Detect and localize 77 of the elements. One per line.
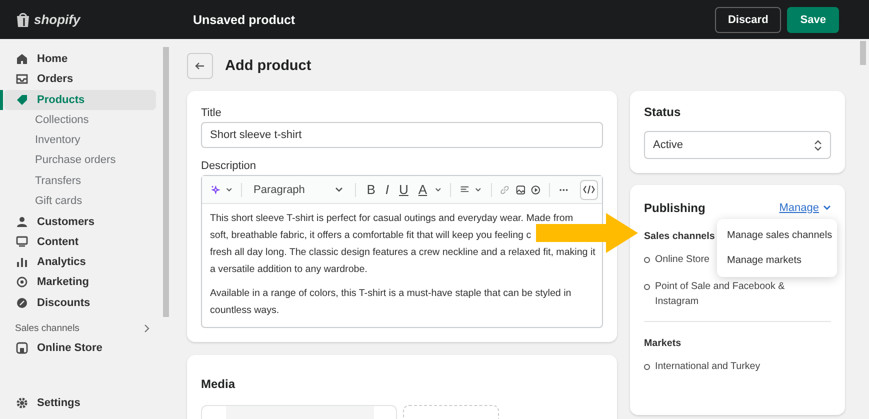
bullet-icon [644,284,650,290]
sparkle-icon[interactable] [211,184,220,195]
menu-item[interactable]: Manage markets [717,248,837,273]
description-text: countless ways. [210,304,280,318]
section-heading: Sales channels [15,322,80,334]
chevron-down-icon[interactable] [823,205,831,211]
nav-item[interactable]: Analytics [4,252,156,272]
channel-name: Point of Sale and Facebook & Instagram [655,280,786,309]
card-title: Status [644,105,682,119]
bullet-icon [644,364,650,370]
discard-button[interactable]: Discard [714,6,782,32]
target-icon [16,276,28,288]
back-button[interactable] [187,53,213,79]
home-icon [16,53,28,66]
nav-item[interactable]: Online Store [4,338,156,358]
shopping-bag-icon [16,12,30,28]
manage-link[interactable]: Manage [779,202,819,214]
format-button[interactable]: I [383,182,391,197]
market-name: International and Turkey [655,360,760,374]
format-button[interactable]: U [397,182,410,197]
title-field[interactable]: Short sleeve t-shirt [201,122,603,148]
page-title: Add product [225,58,312,74]
logo-text: shopify [34,12,80,27]
inbox-icon [16,73,28,86]
nav-item[interactable]: Customers [4,211,156,232]
description-text: a versatile addition to any wardrobe. [210,263,368,277]
description-text: soft, breathable fabric, it offers a comfortable fit that will keep you feeling c [210,229,532,243]
nav-item[interactable]: Home [4,49,156,70]
play-icon[interactable] [531,184,540,196]
tag-icon [16,94,28,106]
nav-item[interactable]: Marketing [4,272,156,293]
nav-subitem[interactable]: Collections [4,110,156,130]
format-button[interactable]: A [416,182,430,197]
section-heading: Sales channels [644,231,715,242]
chevron-down-icon[interactable] [226,186,232,192]
align-icon[interactable] [460,184,470,194]
card-title: Publishing [644,201,706,215]
nav-item[interactable]: Orders [4,69,156,90]
nav-item[interactable]: Discounts [4,292,156,313]
up-down-chevron-icon [814,140,822,150]
card-title: Media [201,377,236,391]
description-text: Available in a range of colors, this T-shirt is a must-have staple that can be styled in [210,287,572,301]
menu-item[interactable]: Manage sales channels [717,223,837,248]
settings-icon [16,396,28,409]
paragraph-dropdown[interactable]: Paragraph [250,184,346,196]
format-button[interactable]: B [364,182,378,197]
image-icon[interactable] [516,184,526,196]
more-icon[interactable] [559,188,568,192]
page-status-title: Unsaved product [193,12,296,26]
nav-subitem[interactable]: Gift cards [4,191,156,212]
status-select[interactable]: Active [644,131,831,159]
code-view-button[interactable] [580,180,598,200]
field-label: Description [201,160,258,172]
channel-name: Online Store [655,253,710,267]
chevron-down-icon [334,186,343,192]
storefront-icon [16,342,28,354]
section-heading: Markets [644,338,682,349]
badge-icon [16,296,28,309]
description-text: This short sleeve T-shirt is perfect for casual outings and everyday wear. Made from [210,212,574,226]
nav-subitem[interactable]: Transfers [4,170,156,192]
description-text: fresh all day long. The classic design features a crew neckline and a relaxed fit, making it [210,246,596,260]
nav-item[interactable]: Content [4,232,156,252]
code-icon [583,185,596,194]
field-label: Title [201,107,222,119]
monitor-icon [16,236,28,248]
chevron-right-icon [144,324,150,333]
arrow-left-icon [195,62,205,70]
bar-chart-icon [16,256,28,268]
nav-subitem[interactable]: Purchase orders [4,150,156,171]
description-editor[interactable] [201,175,603,328]
save-button[interactable]: Save [787,6,839,32]
bullet-icon [644,257,650,263]
chevron-down-icon[interactable] [475,186,482,192]
chevron-down-icon[interactable] [435,186,442,192]
person-icon [16,216,28,228]
nav-item[interactable]: Settings [4,392,156,413]
nav-subitem[interactable]: Inventory [4,130,156,150]
